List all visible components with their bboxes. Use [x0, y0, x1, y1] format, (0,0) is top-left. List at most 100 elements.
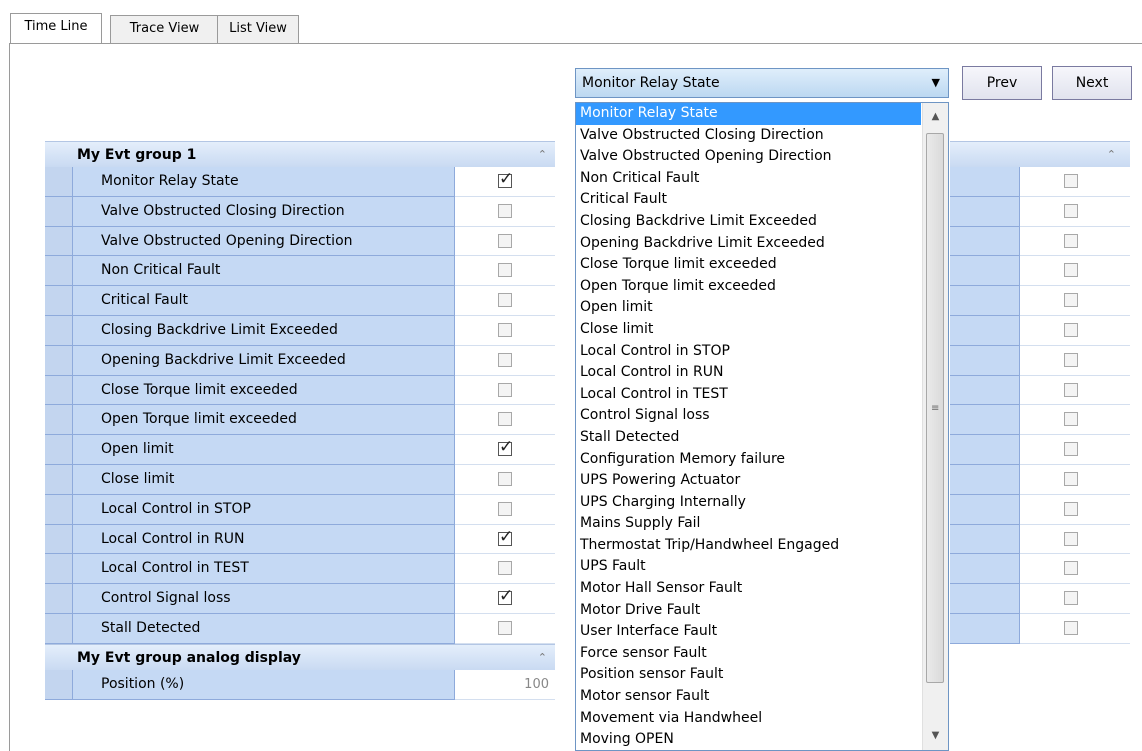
dropdown-option[interactable]: Local Control in STOP: [576, 341, 921, 363]
event-checkbox[interactable]: [1064, 233, 1078, 248]
scroll-thumb[interactable]: ≡: [926, 133, 944, 683]
tab-time-line[interactable]: Time Line: [10, 13, 102, 43]
event-checkbox[interactable]: [1064, 263, 1078, 278]
chevron-up-icon[interactable]: ⌃: [1107, 142, 1116, 168]
event-checkbox[interactable]: [498, 203, 512, 218]
dropdown-option[interactable]: Valve Obstructed Opening Direction: [576, 146, 921, 168]
dropdown-option[interactable]: Mains Supply Fail: [576, 513, 921, 535]
event-checkbox[interactable]: [1064, 352, 1078, 367]
group-header[interactable]: My Evt group 1 ⌃: [45, 141, 555, 167]
event-checkbox[interactable]: [1064, 620, 1078, 635]
row-label: [950, 226, 1020, 257]
dropdown-option[interactable]: Force sensor Fault: [576, 643, 921, 665]
row-label: Position (%): [73, 669, 455, 700]
table-row: Stall Detected: [45, 613, 555, 644]
table-row: [950, 375, 1130, 406]
row-value-cell: [455, 226, 555, 257]
row-value-cell: [455, 196, 555, 227]
dropdown-option[interactable]: Moving OPEN: [576, 729, 921, 750]
dropdown-option[interactable]: Motor sensor Fault: [576, 686, 921, 708]
event-checkbox[interactable]: [1064, 591, 1078, 606]
dropdown-option[interactable]: Open limit: [576, 297, 921, 319]
row-label: Close limit: [73, 464, 455, 495]
scroll-up-icon[interactable]: ▲: [923, 107, 948, 127]
dropdown-option[interactable]: Thermostat Trip/Handwheel Engaged: [576, 535, 921, 557]
table-row: Opening Backdrive Limit Exceeded: [45, 345, 555, 376]
tab-trace-view[interactable]: Trace View: [110, 15, 219, 43]
row-value-cell: [1020, 196, 1130, 227]
table-row: [950, 435, 1130, 465]
dropdown-option[interactable]: Motor Hall Sensor Fault: [576, 578, 921, 600]
group-header[interactable]: My Evt group analog display ⌃: [45, 643, 555, 671]
chevron-up-icon[interactable]: ⌃: [538, 645, 547, 671]
dropdown-option[interactable]: Configuration Memory failure: [576, 449, 921, 471]
row-label: Stall Detected: [73, 613, 455, 644]
dropdown-option[interactable]: Close limit: [576, 319, 921, 341]
dropdown-scrollbar[interactable]: ▲ ≡ ▼: [922, 103, 948, 750]
dropdown-option[interactable]: Monitor Relay State: [576, 103, 921, 125]
row-gutter: [45, 345, 73, 376]
dropdown-option[interactable]: Movement via Handwheel: [576, 708, 921, 730]
event-checkbox[interactable]: [1064, 561, 1078, 576]
event-checkbox[interactable]: [498, 471, 512, 486]
dropdown-option[interactable]: Non Critical Fault: [576, 168, 921, 190]
event-checkbox[interactable]: [498, 620, 512, 635]
next-button[interactable]: Next: [1052, 66, 1132, 100]
table-row: [950, 167, 1130, 197]
event-checkbox[interactable]: [498, 438, 513, 457]
row-value-cell[interactable]: 100: [455, 669, 555, 700]
scroll-down-icon[interactable]: ▼: [923, 726, 948, 746]
dropdown-option[interactable]: Close Torque limit exceeded: [576, 254, 921, 276]
dropdown-option[interactable]: Local Control in RUN: [576, 362, 921, 384]
event-checkbox[interactable]: [498, 293, 512, 308]
event-checkbox[interactable]: [1064, 382, 1078, 397]
dropdown-option[interactable]: Motor Drive Fault: [576, 600, 921, 622]
event-checkbox[interactable]: [498, 322, 512, 337]
dropdown-option[interactable]: Stall Detected: [576, 427, 921, 449]
event-checkbox[interactable]: [498, 412, 512, 427]
event-checkbox[interactable]: [1064, 471, 1078, 486]
dropdown-option[interactable]: UPS Powering Actuator: [576, 470, 921, 492]
table-row: Control Signal loss: [45, 584, 555, 614]
event-checkbox[interactable]: [1064, 293, 1078, 308]
dropdown-option[interactable]: Closing Backdrive Limit Exceeded: [576, 211, 921, 233]
event-checkbox[interactable]: [1064, 412, 1078, 427]
row-gutter: [45, 494, 73, 525]
event-select[interactable]: Monitor Relay State ▼: [575, 68, 949, 98]
dropdown-option[interactable]: User Interface Fault: [576, 621, 921, 643]
dropdown-option[interactable]: UPS Fault: [576, 556, 921, 578]
table-row: [950, 256, 1130, 287]
event-checkbox[interactable]: [498, 587, 513, 606]
chevron-up-icon[interactable]: ⌃: [538, 142, 547, 168]
dropdown-option[interactable]: Critical Fault: [576, 189, 921, 211]
dropdown-option[interactable]: Control Signal loss: [576, 405, 921, 427]
dropdown-option[interactable]: Opening Backdrive Limit Exceeded: [576, 233, 921, 255]
dropdown-option[interactable]: Local Control in TEST: [576, 384, 921, 406]
event-checkbox[interactable]: [498, 528, 513, 546]
event-checkbox[interactable]: [498, 382, 512, 397]
dropdown-option[interactable]: Open Torque limit exceeded: [576, 276, 921, 298]
event-checkbox[interactable]: [498, 263, 512, 278]
event-dropdown-list[interactable]: Monitor Relay State Valve Obstructed Clos…: [575, 102, 949, 751]
event-checkbox[interactable]: [1064, 501, 1078, 516]
dropdown-option[interactable]: Valve Obstructed Closing Direction: [576, 125, 921, 147]
group-header[interactable]: ⌃: [950, 141, 1130, 167]
dropdown-option[interactable]: UPS Charging Internally: [576, 492, 921, 514]
event-checkbox[interactable]: [1064, 174, 1078, 188]
event-checkbox[interactable]: [498, 170, 513, 188]
event-checkbox[interactable]: [1064, 203, 1078, 218]
table-row: [950, 196, 1130, 227]
event-checkbox[interactable]: [498, 501, 512, 516]
prev-button[interactable]: Prev: [962, 66, 1042, 100]
event-checkbox[interactable]: [498, 233, 512, 248]
event-checkbox[interactable]: [498, 352, 512, 367]
row-value-cell: [1020, 554, 1130, 585]
row-label: [950, 464, 1020, 495]
row-value-cell: [455, 554, 555, 585]
dropdown-option[interactable]: Position sensor Fault: [576, 664, 921, 686]
event-checkbox[interactable]: [1064, 442, 1078, 457]
tab-list-view[interactable]: List View: [217, 15, 299, 43]
event-checkbox[interactable]: [498, 561, 512, 576]
event-checkbox[interactable]: [1064, 322, 1078, 337]
event-checkbox[interactable]: [1064, 531, 1078, 546]
